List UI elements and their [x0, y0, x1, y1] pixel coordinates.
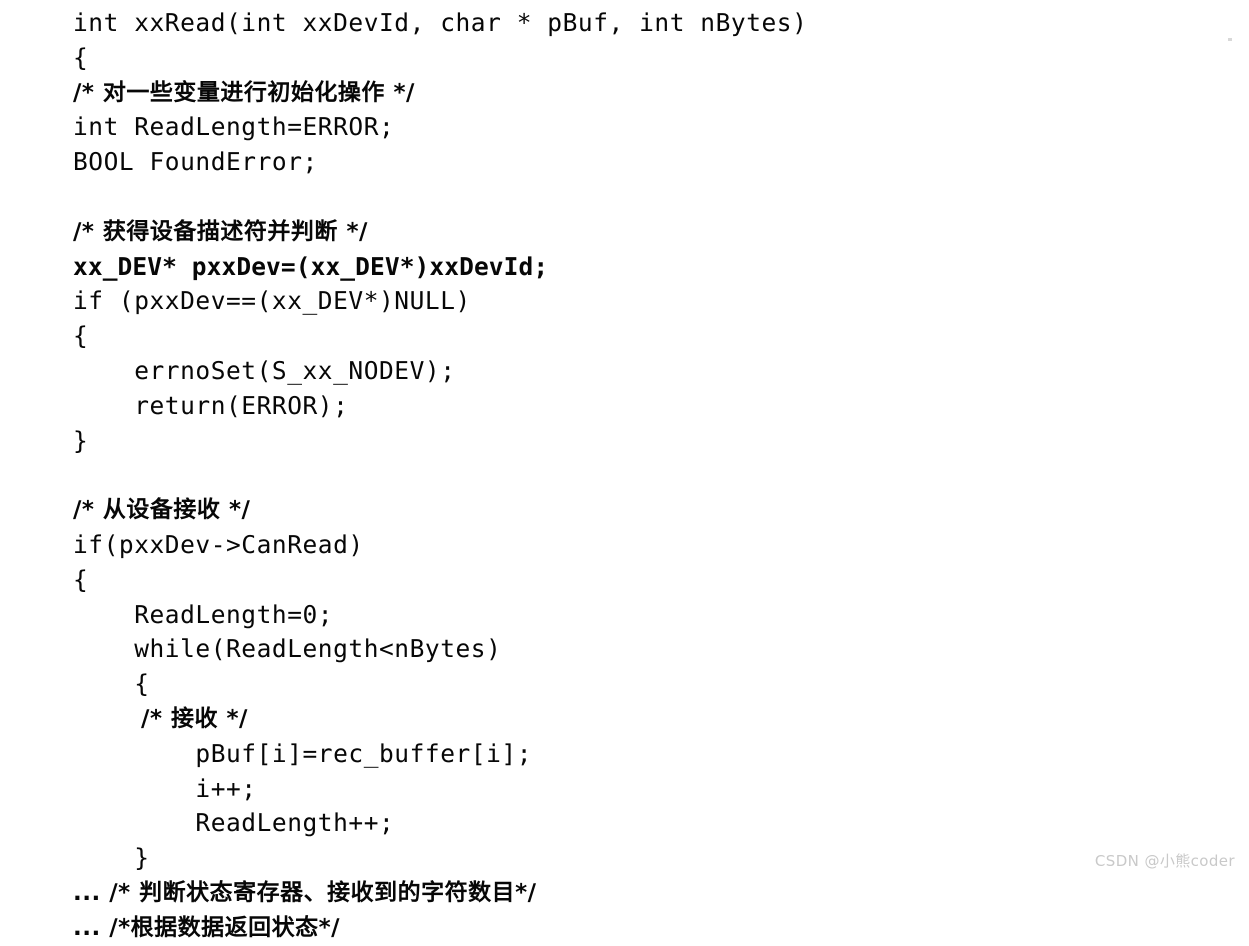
code-line: int ReadLength=ERROR;: [73, 112, 395, 142]
code-line: return(ERROR);: [73, 390, 349, 420]
code-line: pBuf[i]=rec_buffer[i];: [73, 738, 533, 768]
code-line: }: [73, 425, 89, 455]
code-line: /* 获得设备描述符并判断 */: [73, 218, 368, 245]
code-line: ... /* 判断状态寄存器、接收到的字符数目*/: [73, 879, 537, 906]
code-line: i++;: [73, 773, 257, 803]
code-line: /* 从设备接收 */: [73, 497, 251, 524]
code-line: BOOL FoundError;: [73, 147, 318, 177]
code-line: /* 对一些变量进行初始化操作 */: [73, 79, 415, 106]
document-page: int xxRead(int xxDevId, char * pBuf, int…: [0, 0, 1249, 941]
code-line: ... /*根据数据返回状态*/: [73, 914, 341, 941]
code-line: {: [73, 42, 89, 72]
code-line: {: [73, 321, 89, 351]
code-line: {: [73, 564, 89, 594]
code-listing: int xxRead(int xxDevId, char * pBuf, int…: [73, 6, 1173, 946]
code-line: /* 接收 */: [73, 705, 248, 732]
code-line: ReadLength=0;: [73, 599, 334, 629]
code-line: while(ReadLength<nBytes): [73, 634, 502, 664]
code-line: if(pxxDev->CanRead): [73, 529, 364, 559]
code-line: if (pxxDev==(xx_DEV*)NULL): [73, 286, 471, 316]
code-line: }: [73, 843, 150, 873]
csdn-watermark: CSDN @小熊coder: [1094, 852, 1235, 870]
scan-artifact-speck: [1228, 38, 1232, 41]
code-line: {: [73, 669, 150, 699]
code-line: errnoSet(S_xx_NODEV);: [73, 355, 456, 385]
code-line: xx_DEV* pxxDev=(xx_DEV*)xxDevId;: [73, 251, 549, 281]
code-line: int xxRead(int xxDevId, char * pBuf, int…: [73, 8, 808, 37]
code-line: ReadLength++;: [73, 808, 395, 838]
